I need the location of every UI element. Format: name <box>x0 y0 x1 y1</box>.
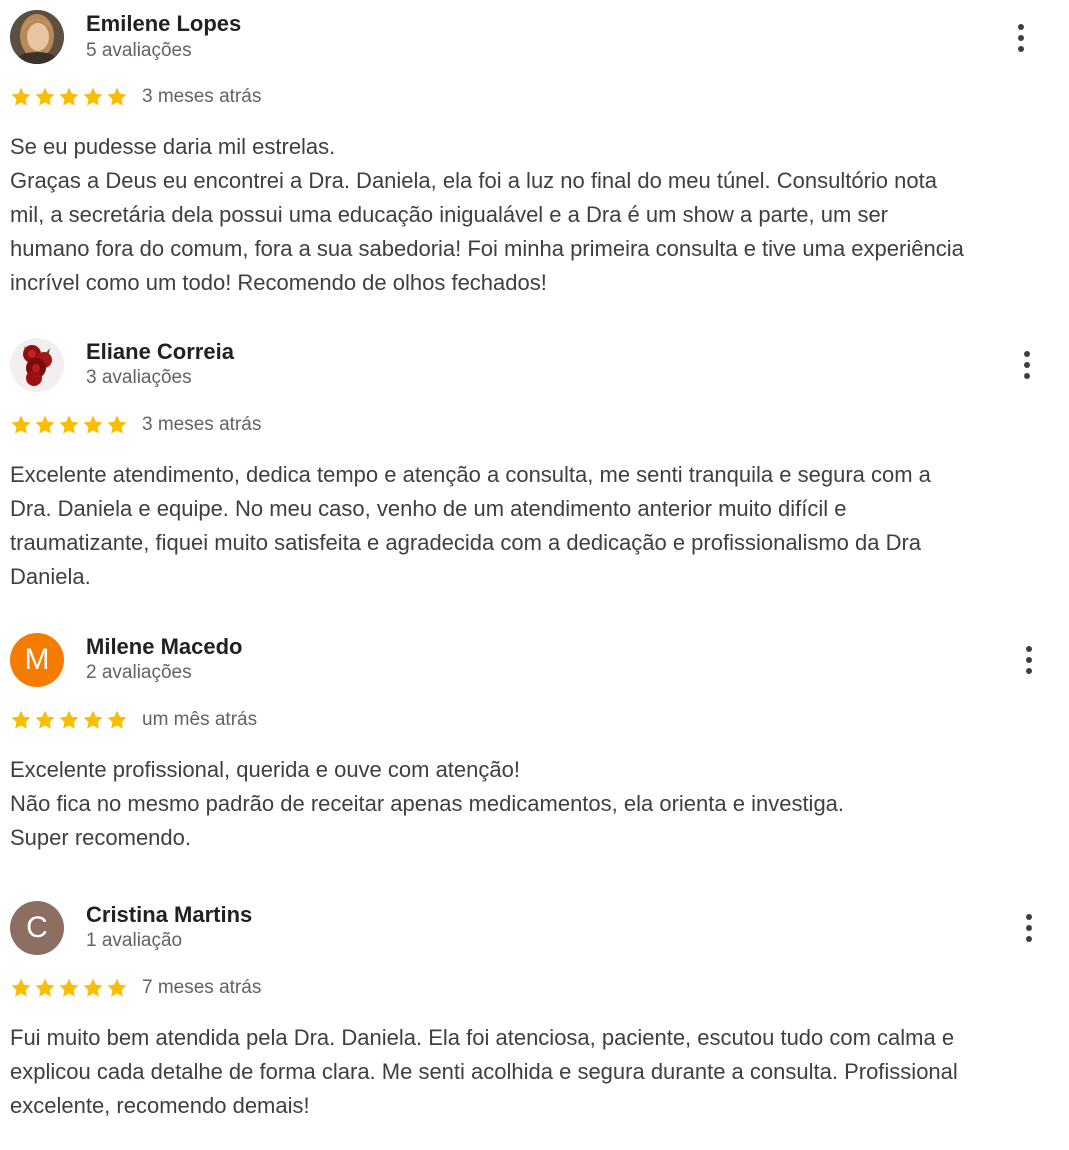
star-icon <box>107 415 127 434</box>
review-count: 1 avaliação <box>86 930 183 951</box>
reviewer-name[interactable]: Eliane Correia <box>86 339 234 365</box>
review-date: um mês atrás <box>142 709 258 730</box>
review-text-line: Daniela. <box>10 564 91 589</box>
star-icon <box>35 415 55 434</box>
review-text-line: traumatizante, fiquei muito satisfeita e… <box>10 530 922 555</box>
review-text: Fui muito bem atendida pela Dra. Daniela… <box>10 1021 1050 1123</box>
star-rating <box>10 414 128 436</box>
star-rating <box>10 86 128 108</box>
star-icon <box>107 710 127 729</box>
rating-row: um mês atrás <box>10 707 257 733</box>
more-options-button[interactable] <box>1015 347 1039 383</box>
more-vert-icon <box>1026 646 1032 652</box>
more-options-button[interactable] <box>1017 642 1041 678</box>
review-text-line: humano fora do comum, fora a sua sabedor… <box>10 236 964 261</box>
review-text: Excelente profissional, querida e ouve c… <box>10 753 1050 855</box>
star-icon <box>107 87 127 106</box>
star-icon <box>11 87 31 106</box>
avatar[interactable] <box>10 338 64 392</box>
avatar[interactable]: C <box>10 901 64 955</box>
review-text: Se eu pudesse daria mil estrelas. Graças… <box>10 130 1050 300</box>
star-icon <box>35 978 55 997</box>
star-icon <box>59 87 79 106</box>
star-icon <box>59 415 79 434</box>
more-vert-icon <box>1018 24 1024 30</box>
avatar[interactable]: M <box>10 633 64 687</box>
review-count: 5 avaliações <box>86 40 192 61</box>
rating-row: 3 meses atrás <box>10 412 261 438</box>
star-icon <box>35 87 55 106</box>
review-count: 2 avaliações <box>86 662 192 683</box>
more-vert-icon <box>1024 351 1030 357</box>
review-date: 3 meses atrás <box>142 414 262 435</box>
star-icon <box>83 978 103 997</box>
user-photo-icon <box>10 10 64 64</box>
rating-row: 7 meses atrás <box>10 975 261 1001</box>
review-text-line: Super recomendo. <box>10 825 191 850</box>
avatar[interactable] <box>10 10 64 64</box>
review-text-line: excelente, recomendo demais! <box>10 1093 310 1118</box>
more-options-button[interactable] <box>1009 20 1033 56</box>
avatar-letter: C <box>26 911 48 944</box>
review-date: 3 meses atrás <box>142 86 262 107</box>
star-icon <box>107 978 127 997</box>
review-text-line: Se eu pudesse daria mil estrelas. <box>10 134 336 159</box>
star-icon <box>11 978 31 997</box>
star-icon <box>59 978 79 997</box>
review-text: Excelente atendimento, dedica tempo e at… <box>10 458 1050 594</box>
review-text-line: incrível como um todo! Recomendo de olho… <box>10 270 547 295</box>
star-icon <box>35 710 55 729</box>
review-date: 7 meses atrás <box>142 977 262 998</box>
star-icon <box>59 710 79 729</box>
star-icon <box>11 710 31 729</box>
roses-photo-icon <box>10 338 64 392</box>
avatar-letter: M <box>24 643 50 676</box>
reviewer-name[interactable]: Emilene Lopes <box>86 11 241 37</box>
review-text-line: Não fica no mesmo padrão de receitar ape… <box>10 791 845 816</box>
more-vert-icon <box>1026 914 1032 920</box>
review-text-line: Graças a Deus eu encontrei a Dra. Daniel… <box>10 168 937 193</box>
review-count: 3 avaliações <box>86 367 192 388</box>
reviewer-name[interactable]: Cristina Martins <box>86 902 252 928</box>
review-text-line: Excelente profissional, querida e ouve c… <box>10 757 520 782</box>
more-options-button[interactable] <box>1017 910 1041 946</box>
review-text-line: Dra. Daniela e equipe. No meu caso, venh… <box>10 496 847 521</box>
rating-row: 3 meses atrás <box>10 84 261 110</box>
star-icon <box>83 415 103 434</box>
review-text-line: mil, a secretária dela possui uma educaç… <box>10 202 889 227</box>
review-text-line: explicou cada detalhe de forma clara. Me… <box>10 1059 958 1084</box>
star-rating <box>10 709 128 731</box>
star-rating <box>10 977 128 999</box>
star-icon <box>83 710 103 729</box>
review-text-line: Fui muito bem atendida pela Dra. Daniela… <box>10 1025 955 1050</box>
star-icon <box>83 87 103 106</box>
star-icon <box>11 415 31 434</box>
reviewer-name[interactable]: Milene Macedo <box>86 634 242 660</box>
review-text-line: Excelente atendimento, dedica tempo e at… <box>10 462 931 487</box>
